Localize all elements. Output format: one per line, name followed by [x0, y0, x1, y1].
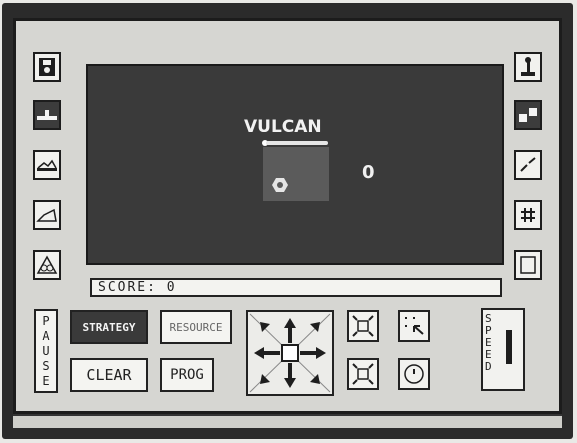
- clear-label: CLEAR: [86, 366, 132, 384]
- recycle-icon: [36, 255, 58, 274]
- clear-button[interactable]: CLEAR: [70, 358, 148, 392]
- prog-label: PROG: [170, 367, 204, 383]
- pause-label: PAUSE: [42, 314, 49, 389]
- speed-label: SPEED: [485, 313, 492, 373]
- floppy-disk-icon: [39, 58, 55, 76]
- game-title: VULCAN: [244, 117, 322, 137]
- recycle-button[interactable]: [33, 250, 61, 280]
- resource-button[interactable]: RESOURCE: [160, 310, 232, 344]
- pointer-icon: [405, 317, 424, 335]
- prog-button[interactable]: PROG: [160, 358, 214, 392]
- strategy-label: STRATEGY: [82, 320, 136, 334]
- terrain-button[interactable]: [33, 150, 61, 180]
- strategy-button[interactable]: STRATEGY: [70, 310, 148, 344]
- ship-icon: [37, 110, 57, 120]
- panel-bottom-edge: [13, 414, 562, 428]
- ship-button[interactable]: [33, 100, 61, 130]
- dice-icon: [519, 108, 537, 122]
- clock-icon: [404, 364, 424, 384]
- expand-button[interactable]: [347, 358, 379, 390]
- diagonal-icon: [520, 157, 536, 172]
- landscape-icon: [37, 159, 57, 171]
- shrink-icon: [352, 315, 374, 337]
- score-bar: SCORE: 0: [90, 278, 502, 297]
- diagonal-button[interactable]: [514, 150, 542, 180]
- grid-icon: [521, 208, 535, 222]
- page-button[interactable]: [514, 250, 542, 280]
- score-label: SCORE:: [98, 280, 157, 295]
- joystick-button[interactable]: [514, 52, 542, 82]
- page-icon: [520, 256, 536, 274]
- shrink-button[interactable]: [347, 310, 379, 342]
- draw-icon: [36, 208, 57, 222]
- pointer-button[interactable]: [398, 310, 430, 342]
- title-underline: [266, 141, 328, 145]
- label-letter: D: [485, 360, 492, 373]
- direction-arrows-icon: [249, 313, 331, 393]
- speed-level-bar[interactable]: [506, 330, 512, 364]
- game-score: 0: [362, 162, 375, 183]
- grid-button[interactable]: [514, 200, 542, 230]
- expand-icon: [352, 363, 374, 385]
- label-letter: S: [42, 358, 50, 373]
- score-value: 0: [166, 280, 177, 295]
- label-letter: U: [42, 343, 50, 358]
- label-letter: E: [42, 373, 50, 388]
- disk-button[interactable]: [33, 52, 61, 82]
- hexagon-sprite-icon: [272, 178, 288, 192]
- clock-button[interactable]: [398, 358, 430, 390]
- label-letter: A: [42, 328, 50, 343]
- resource-label: RESOURCE: [169, 320, 223, 334]
- direction-pad[interactable]: [246, 310, 334, 396]
- draw-button[interactable]: [33, 200, 61, 230]
- joystick-icon: [521, 57, 535, 76]
- pause-button[interactable]: PAUSE: [34, 309, 58, 393]
- label-letter: P: [42, 313, 50, 328]
- dice-button[interactable]: [514, 100, 542, 130]
